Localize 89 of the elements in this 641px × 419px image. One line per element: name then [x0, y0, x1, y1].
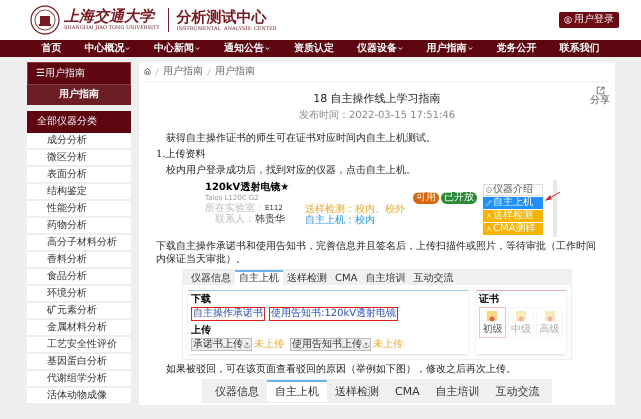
tab[interactable]: 送样检测	[283, 270, 331, 285]
certificate-level: 高级	[540, 324, 560, 335]
tab[interactable]: 仪器信息	[187, 270, 235, 285]
category-item[interactable]: 金属材料分析	[27, 320, 131, 337]
breadcrumb-link[interactable]: 用户指南	[215, 64, 255, 79]
user-icon	[564, 16, 572, 24]
contact-label: 联系人：	[215, 214, 255, 225]
category-item[interactable]: 代谢组学分析	[27, 371, 131, 388]
paragraph: 下载自主操作承诺书和使用告知书，完善信息并且签名后，上传扫描件或照片，等待审批（工作时间内保证当天审批）。	[156, 240, 597, 266]
tab[interactable]: 自主上机	[235, 270, 283, 285]
nav-link[interactable]: 中心概况	[84, 42, 132, 54]
tab[interactable]: 自主培训	[428, 380, 488, 402]
certificate-level: 中级	[511, 324, 531, 335]
tab[interactable]: 互动交流	[409, 270, 458, 285]
slash-separator-icon	[207, 68, 211, 76]
tab[interactable]: 自主上机	[267, 380, 327, 402]
category-item[interactable]: 活体动物成像	[27, 388, 131, 405]
upload-status: 未上传	[373, 339, 403, 350]
paragraph: 1.上传资料	[156, 148, 207, 161]
action-button[interactable]: 仪器介绍	[483, 184, 543, 196]
category-item[interactable]: 基因蛋白分析	[27, 354, 131, 371]
self-service-text: 自主上机：校内	[305, 215, 376, 226]
tab[interactable]: 互动交流	[488, 380, 548, 402]
upload-title: 上传	[191, 325, 212, 336]
category-item[interactable]: 成分分析	[27, 133, 131, 150]
breadcrumb-link[interactable]: 用户指南	[163, 64, 203, 79]
category-item[interactable]: 结构鉴定	[27, 184, 131, 201]
center-name: 分析测试中心	[176, 8, 268, 26]
nav-link[interactable]: 中心新闻	[154, 42, 202, 54]
user-icon	[486, 213, 492, 219]
user-icon	[486, 226, 492, 232]
edit-icon	[486, 200, 492, 206]
category-item[interactable]: 微区分析	[27, 150, 131, 167]
category-item[interactable]: 高分子材料分析	[27, 235, 131, 252]
share-icon	[596, 86, 604, 95]
share-button[interactable]: 分享	[590, 86, 610, 106]
upload-status: 未上传	[254, 339, 284, 350]
tab[interactable]: 送样检测	[327, 380, 387, 402]
category-item[interactable]: 食品分析	[27, 269, 131, 286]
home-icon[interactable]	[144, 68, 151, 75]
contact-value: 韩贵华	[255, 214, 285, 225]
slash-separator-icon	[155, 68, 159, 76]
nav-link[interactable]: 党务公开	[496, 42, 537, 54]
instrument-name: 120kV透射电镜★	[205, 182, 290, 193]
tab[interactable]: CMA	[387, 380, 428, 402]
certificate-icon	[486, 310, 498, 324]
upload-button[interactable]: 承诺书上传	[191, 338, 252, 351]
paragraph: 校内用户登录成功后，找到对应的仪器，点击自主上机。	[166, 164, 417, 177]
category-item[interactable]: 环境分析	[27, 286, 131, 303]
paragraph: 获得自主操作证书的师生可在证书对应时间内自主上机测试。	[166, 132, 437, 145]
upload-icon	[244, 342, 250, 348]
tab[interactable]: 自主培训	[361, 270, 410, 285]
category-item[interactable]: 药物分析	[27, 218, 131, 235]
category-item[interactable]: 香料分析	[27, 252, 131, 269]
category-item[interactable]: 矿元素分析	[27, 303, 131, 320]
download-link[interactable]: 自主操作承诺书	[191, 307, 265, 321]
university-name: 上海交通大学	[64, 8, 156, 25]
nav-link[interactable]: 联系我们	[559, 42, 600, 54]
certificate-icon	[515, 310, 527, 324]
sample-service-text: 送样检测：校内、校外	[305, 204, 406, 215]
certificate-title: 证书	[479, 294, 500, 305]
publish-time: 发布时间：2022-03-15 17:51:46	[298, 110, 456, 122]
sidebar-header: ☰用户指南	[27, 62, 131, 85]
paragraph: 如果被驳回，可在该页面查看驳回的原因（举例如下图），修改之后再次上传。	[166, 363, 517, 376]
upload-button[interactable]: 使用告知书上传	[290, 338, 371, 351]
tab[interactable]: CMA	[331, 270, 362, 285]
category-header: 全部仪器分类	[27, 111, 131, 133]
status-badge: 已开放	[441, 192, 477, 204]
lab-label: 所在实验室：	[205, 203, 265, 214]
university-seal-icon	[30, 5, 60, 35]
category-item[interactable]: 工艺安全性评价	[27, 337, 131, 354]
article-title: 18 自主操作线上学习指南	[313, 92, 441, 106]
nav-link[interactable]: 用户指南	[426, 42, 474, 54]
sidebar-item[interactable]: 用户指南	[27, 85, 131, 105]
download-link[interactable]: 使用告知书:120kV透射电镜	[269, 307, 398, 321]
certificate-level: 初级	[482, 324, 502, 335]
nav-link[interactable]: 首页	[41, 42, 62, 54]
info-icon	[486, 187, 492, 193]
login-button[interactable]: 用户登录	[559, 12, 619, 28]
certificate-icon	[544, 310, 556, 324]
category-item[interactable]: 表面分析	[27, 167, 131, 184]
nav-link[interactable]: 资质认定	[294, 42, 334, 54]
status-badge: 可用	[413, 192, 439, 204]
tab[interactable]: 仪器信息	[207, 380, 267, 402]
category-item[interactable]: 性能分析	[27, 201, 131, 218]
download-title: 下载	[191, 294, 212, 305]
nav-link[interactable]: 仪器设备	[356, 42, 404, 54]
nav-link[interactable]: 通知公告	[224, 42, 272, 54]
upload-icon	[363, 342, 369, 348]
